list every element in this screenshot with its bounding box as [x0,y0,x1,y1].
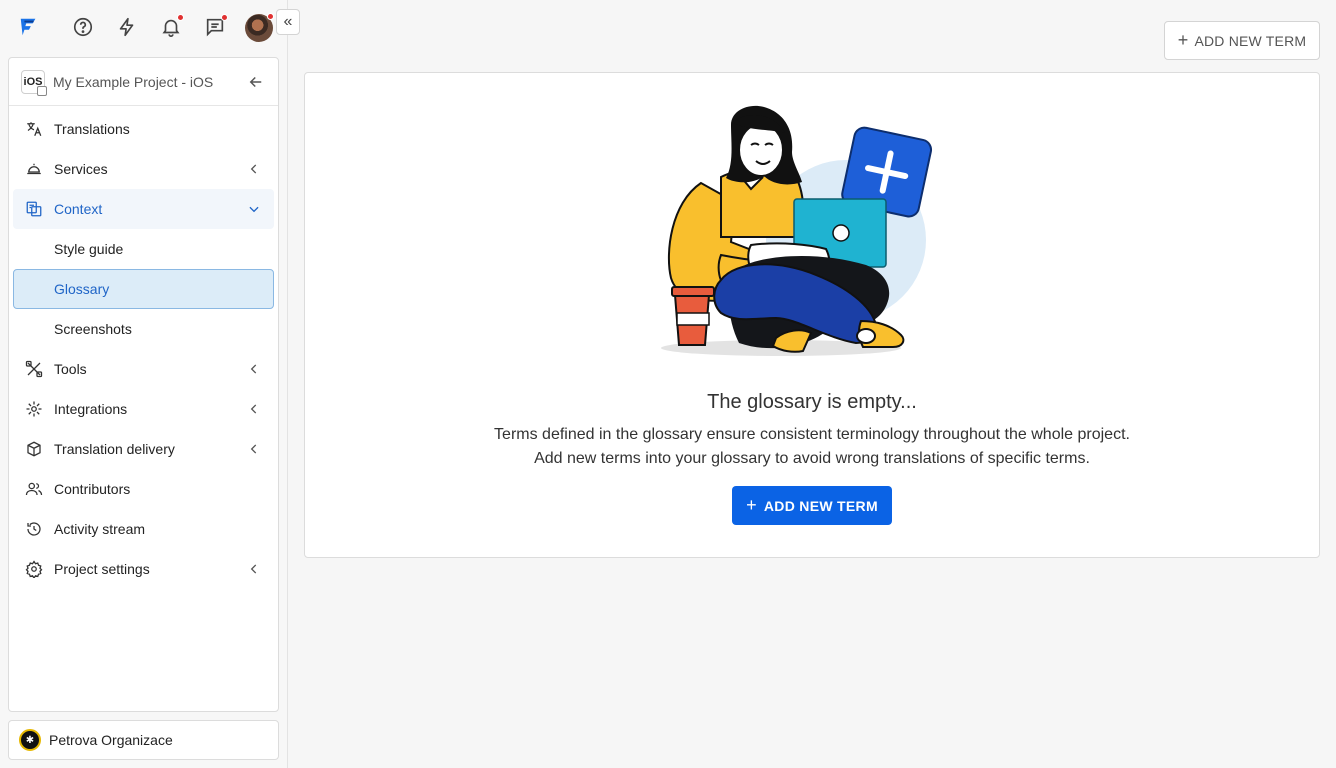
sidebar: « iOS My Example Project - iOS Translati… [0,0,300,768]
bell-icon[interactable] [157,13,185,41]
project-header: iOS My Example Project - iOS [9,58,278,106]
empty-glossary-illustration [661,105,933,356]
nav-item-services[interactable]: Services [13,149,274,189]
button-label: ADD NEW TERM [1194,32,1307,49]
project-icon: iOS [21,69,47,96]
top-toolbar [0,0,288,56]
notification-dot [267,13,274,20]
nav-label: Contributors [54,481,131,497]
project-panel: iOS My Example Project - iOS Translation… [8,57,279,712]
empty-state-title: The glossary is empty... [707,391,917,413]
chevron-left-icon [247,402,261,416]
translate-icon [24,119,44,139]
messages-icon[interactable] [201,13,229,41]
help-icon[interactable] [69,13,97,41]
project-name: My Example Project - iOS [53,73,214,90]
plus-icon: + [1177,30,1189,50]
collapse-sidebar-button[interactable]: « [276,9,300,35]
nav-item-style-guide[interactable]: Style guide [13,229,274,269]
empty-state-line-1: Terms defined in the glossary ensure con… [494,426,1130,443]
chevron-left-icon [247,162,261,176]
nav-item-translations[interactable]: Translations [13,109,274,149]
nav-label: Tools [54,361,87,377]
chevron-down-icon [247,202,261,216]
people-icon [24,479,44,499]
organization-name: Petrova Organizace [49,732,173,748]
nav-label: Screenshots [54,321,132,337]
add-new-term-button-header[interactable]: + ADD NEW TERM [1164,21,1320,60]
chevron-left-icon [247,362,261,376]
user-avatar[interactable] [245,13,274,42]
nav-label: Style guide [54,241,124,257]
add-new-term-button[interactable]: + ADD NEW TERM [732,486,892,525]
glossary-empty-card: The glossary is empty... Terms defined i… [304,72,1320,558]
nav-label: Integrations [54,401,128,417]
plus-icon: + [746,495,757,515]
nav-label: Translation delivery [54,441,175,457]
nav-item-screenshots[interactable]: Screenshots [13,309,274,349]
chevron-left-icon [247,442,261,456]
service-bell-icon [24,159,44,179]
notification-dot [221,14,228,21]
context-icon [24,199,44,219]
nav-item-project-settings[interactable]: Project settings [13,549,274,589]
empty-state-line-2: Add new terms into your glossary to avoi… [534,450,1090,467]
nav-label: Services [54,161,108,177]
gear-icon [24,559,44,579]
history-icon [24,519,44,539]
bolt-icon[interactable] [113,13,141,41]
organization-logo-icon: ✱ [19,729,41,751]
lock-icon [37,85,47,96]
empty-state-description: Terms defined in the glossary ensure con… [305,423,1319,471]
nav-item-activity-stream[interactable]: Activity stream [13,509,274,549]
integrations-icon [24,399,44,419]
logo-icon[interactable] [15,13,43,41]
nav-item-translation-delivery[interactable]: Translation delivery [13,429,274,469]
tools-icon [24,359,44,379]
nav-label: Translations [54,121,130,137]
chevron-left-icon [247,562,261,576]
nav-item-contributors[interactable]: Contributors [13,469,274,509]
nav-label: Context [54,201,103,217]
nav-item-context[interactable]: Context [13,189,274,229]
organization-switcher[interactable]: ✱ Petrova Organizace [8,720,279,760]
nav-item-tools[interactable]: Tools [13,349,274,389]
project-nav: Translations Services Context Style guid… [9,106,278,589]
nav-item-glossary[interactable]: Glossary [13,269,274,309]
button-label: ADD NEW TERM [763,497,878,514]
package-icon [24,439,44,459]
back-arrow-icon[interactable] [246,72,266,92]
nav-item-integrations[interactable]: Integrations [13,389,274,429]
nav-label: Project settings [54,561,150,577]
nav-label: Glossary [54,281,110,297]
nav-label: Activity stream [54,521,146,537]
notification-dot [177,14,184,21]
